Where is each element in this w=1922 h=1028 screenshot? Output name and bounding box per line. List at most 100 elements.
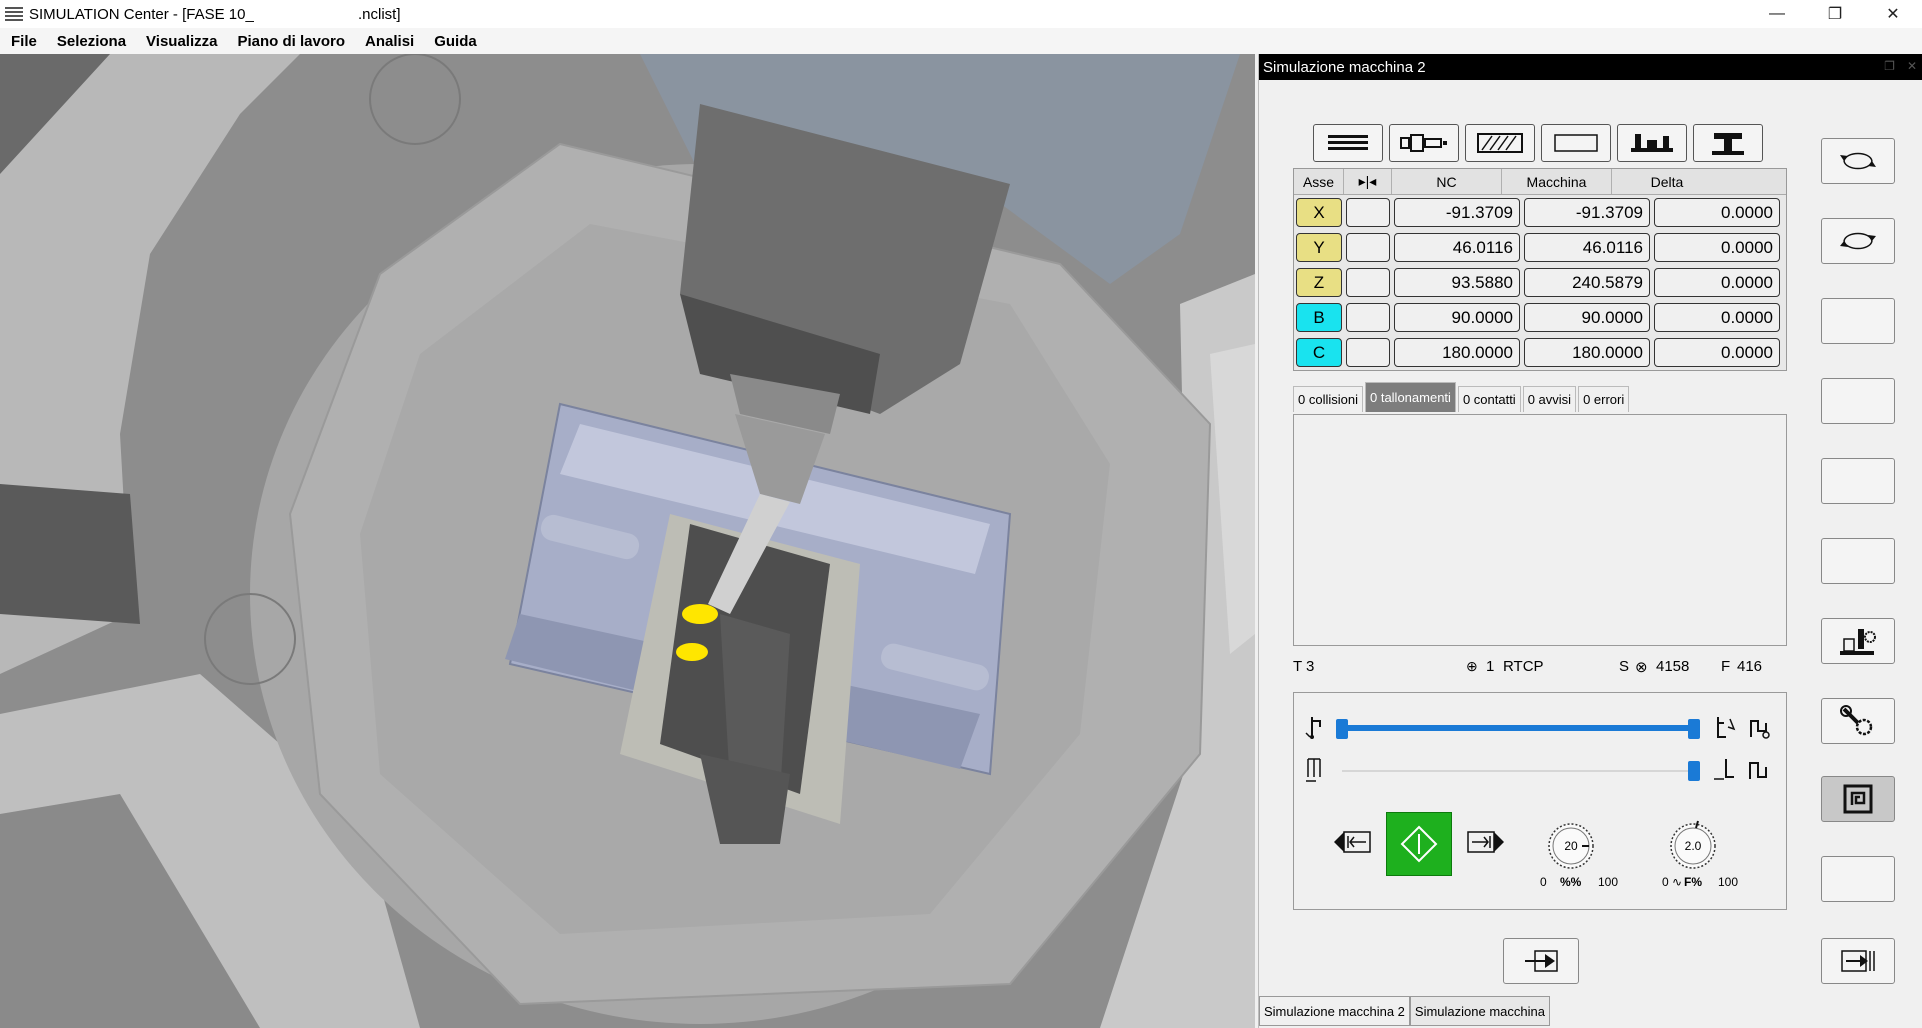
minimize-button[interactable]: — [1748,0,1806,28]
tab-simulazione-macchina-2[interactable]: Simulazione macchina 2 [1259,996,1410,1026]
panel-float-icon[interactable]: ❐ [1884,59,1895,73]
right-tool-button-10[interactable] [1821,856,1895,902]
loop-mode-button[interactable] [1821,776,1895,822]
message-tabs: 0 collisioni 0 tallonamenti 0 contatti 0… [1293,382,1631,412]
wrench-gear-icon [1840,705,1873,736]
nc-value: 180.0000 [1394,338,1520,367]
step-back-button[interactable] [1332,827,1374,857]
fixture-icon [1631,134,1673,152]
feed-dial-max: 100 [1718,875,1739,889]
copy-position-icon[interactable] [1746,757,1772,783]
nc-value: 46.0116 [1394,233,1520,262]
progress-slider-track[interactable] [1342,725,1692,731]
spindle-speed: 4158 [1656,658,1690,675]
axis-label[interactable]: B [1296,303,1342,332]
loop-square-icon [1843,784,1873,814]
machine-value: 180.0000 [1524,338,1650,367]
go-to-start-icon[interactable] [1304,715,1326,741]
tool-number: T 3 [1293,658,1315,675]
speed-dial-unit: %% [1560,875,1582,889]
menu-analisi[interactable]: Analisi [354,33,423,50]
secondary-slider-handle[interactable] [1688,761,1700,781]
machine-view-button[interactable] [1693,124,1763,162]
machine-value: 240.5879 [1524,268,1650,297]
simulation-viewport[interactable] [0,54,1255,1028]
rotate-view-button[interactable] [1821,138,1895,184]
delta-value: 0.0000 [1654,338,1780,367]
go-to-next-button[interactable] [1503,938,1579,984]
panel-close-icon[interactable]: ✕ [1907,59,1917,73]
feed-dial-unit: F% [1684,875,1702,889]
rectangle-icon [1554,134,1598,152]
list-lines-icon [1328,135,1368,150]
axis-extra-cell [1346,198,1390,227]
tool-settings-button[interactable] [1821,698,1895,744]
header-delta: Delta [1650,173,1684,190]
tab-tallonamenti[interactable]: 0 tallonamenti [1364,382,1456,412]
menu-piano-di-lavoro[interactable]: Piano di lavoro [226,33,354,50]
nc-value: 90.0000 [1394,303,1520,332]
table-row: Z 93.5880 240.5879 0.0000 [1294,265,1786,300]
set-end-marker-icon[interactable] [1712,715,1738,741]
axis-label[interactable]: C [1296,338,1342,367]
step-back-icon[interactable] [1304,757,1326,783]
menu-seleziona[interactable]: Seleziona [46,33,135,50]
right-tool-button-6[interactable] [1821,538,1895,584]
right-tool-button-4[interactable] [1821,378,1895,424]
close-button[interactable]: ✕ [1864,0,1922,28]
axis-label[interactable]: Z [1296,268,1342,297]
axis-label[interactable]: X [1296,198,1342,227]
list-view-button[interactable] [1313,124,1383,162]
tab-contatti[interactable]: 0 contatti [1457,386,1521,412]
reset-path-icon[interactable] [1746,715,1772,741]
status-line: T 3 ⊕ 1 RTCP S ⊗ 4158 F 416 [1293,658,1787,680]
header-sync-icon[interactable]: ▸|◂ [1344,169,1392,194]
right-tool-button-5[interactable] [1821,458,1895,504]
tab-avvisi[interactable]: 0 avvisi [1522,386,1577,412]
speed-dial-min: 0 [1540,875,1547,889]
nc-value: 93.5880 [1394,268,1520,297]
speed-dial-value: 20 [1564,839,1578,853]
axis-table-header: Asse ▸|◂ NC Macchina Delta [1294,169,1786,195]
menu-file[interactable]: File [0,33,46,50]
axis-extra-cell [1346,338,1390,367]
slider-start-handle[interactable] [1336,719,1348,739]
blank-view-button[interactable] [1541,124,1611,162]
stock-view-button[interactable] [1465,124,1535,162]
tab-errori[interactable]: 0 errori [1578,386,1630,412]
panel-title: Simulazione macchina 2 [1263,58,1426,76]
title-bar: SIMULATION Center - [FASE 10_ .nclist] —… [0,0,1922,28]
secondary-slider-track[interactable] [1342,770,1692,772]
axis-label[interactable]: Y [1296,233,1342,262]
restore-button[interactable]: ❐ [1806,0,1864,28]
tab-simulazione-macchina[interactable]: Simulazione macchina [1409,996,1550,1026]
menu-guida[interactable]: Guida [423,33,486,50]
jump-to-end-button[interactable] [1821,938,1895,984]
tool-view-button[interactable] [1389,124,1459,162]
step-forward-button[interactable] [1464,827,1506,857]
rotate-reverse-button[interactable] [1821,218,1895,264]
delta-value: 0.0000 [1654,268,1780,297]
fixture-view-button[interactable] [1617,124,1687,162]
step-forward-icon[interactable] [1712,757,1738,783]
play-button[interactable] [1386,812,1452,876]
tab-collisioni[interactable]: 0 collisioni [1293,386,1363,412]
message-list[interactable] [1293,414,1787,646]
feed-wave-icon: ∿ [1672,875,1683,889]
delta-value: 0.0000 [1654,198,1780,227]
machine-settings-button[interactable] [1821,618,1895,664]
machine-gear-icon [1840,629,1876,655]
axis-extra-cell [1346,233,1390,262]
machine-3d-scene [0,54,1255,1028]
speed-dial-max: 100 [1598,875,1619,889]
table-row: X -91.3709 -91.3709 0.0000 [1294,195,1786,230]
slider-end-handle[interactable] [1688,719,1700,739]
panel-header: Simulazione macchina 2 ❐ ✕ [1259,54,1922,80]
rtcp-number: 1 [1486,658,1495,675]
menu-visualizza[interactable]: Visualizza [135,33,226,50]
app-icon [3,5,25,23]
axis-table: Asse ▸|◂ NC Macchina Delta X -91.3709 -9… [1293,168,1787,371]
right-tool-button-3[interactable] [1821,298,1895,344]
axis-extra-cell [1346,268,1390,297]
header-machine: Macchina [1502,169,1612,194]
